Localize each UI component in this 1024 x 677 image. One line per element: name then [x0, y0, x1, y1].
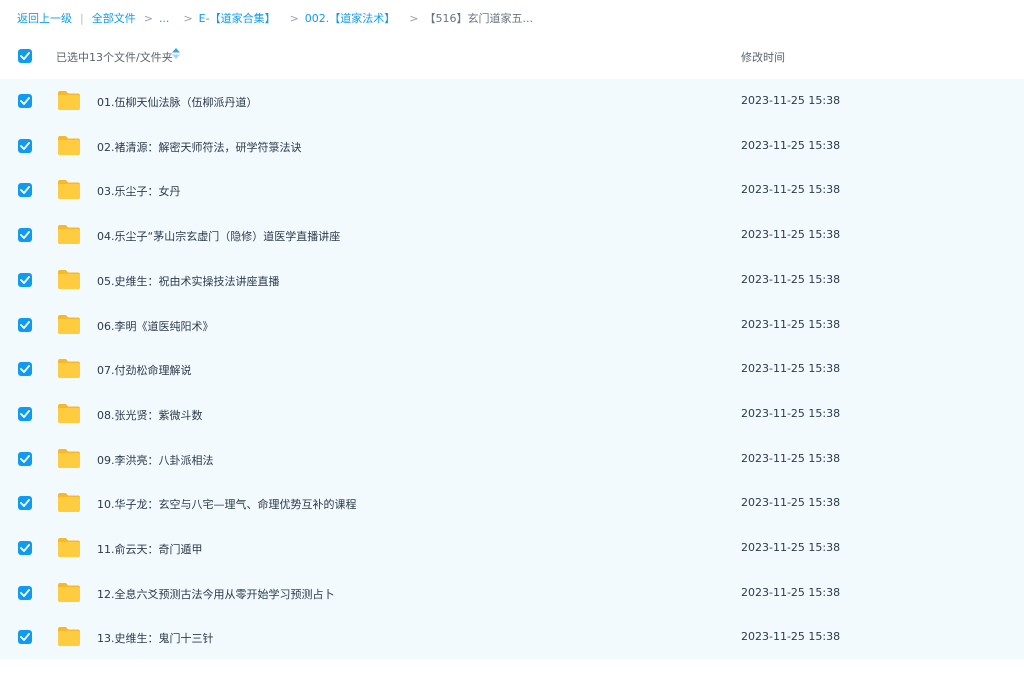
check-icon [20, 52, 30, 60]
row-checkbox[interactable] [18, 94, 32, 108]
modified-time: 2023-11-25 15:38 [741, 362, 841, 375]
folder-icon [58, 359, 80, 378]
row-checkbox[interactable] [18, 273, 32, 287]
folder-icon [58, 315, 80, 334]
folder-icon [58, 91, 80, 110]
file-list: 01.伍柳天仙法脉（伍柳派丹道） 2023-11-25 15:38 02.褚清源：解… [0, 79, 1024, 659]
breadcrumb-current: 【516】玄门道家五... [424, 12, 534, 25]
table-row[interactable]: 02.褚清源：解密天师符法，研学符箓法诀 2023-11-25 15:38 [0, 124, 1024, 168]
row-checkbox[interactable] [18, 541, 32, 555]
row-checkbox[interactable] [18, 228, 32, 242]
check-icon [20, 633, 30, 641]
check-icon [20, 142, 30, 150]
file-name[interactable]: 10.华子龙：玄空与八宅—理气、命理优势互补的课程 [97, 496, 357, 512]
folder-icon [58, 583, 80, 602]
folder-icon [58, 270, 80, 289]
breadcrumb-level2-link[interactable]: 002.【道家法术】 [305, 10, 396, 26]
table-row[interactable]: 09.李洪亮：八卦派相法 2023-11-25 15:38 [0, 437, 1024, 481]
check-icon [20, 186, 30, 194]
modified-time: 2023-11-25 15:38 [741, 452, 841, 465]
check-icon [20, 544, 30, 552]
folder-icon [58, 493, 80, 512]
breadcrumb: 返回上一级 | 全部文件 > ... > E-【道家合集】 > 002.【道家法… [17, 9, 533, 27]
file-name[interactable]: 04.乐尘子“茅山宗玄虚门（隐修）道医学直播讲座 [97, 228, 340, 244]
modified-time: 2023-11-25 15:38 [741, 228, 841, 241]
check-icon [20, 231, 30, 239]
file-name[interactable]: 01.伍柳天仙法脉（伍柳派丹道） [97, 94, 258, 110]
row-checkbox[interactable] [18, 630, 32, 644]
all-files-link[interactable]: 全部文件 [92, 10, 136, 26]
back-link[interactable]: 返回上一级 [17, 10, 72, 26]
table-row[interactable]: 06.李明《道医纯阳术》 2023-11-25 15:38 [0, 303, 1024, 347]
check-icon [20, 589, 30, 597]
table-row[interactable]: 05.史维生：祝由术实操技法讲座直播 2023-11-25 15:38 [0, 258, 1024, 302]
folder-icon [58, 180, 80, 199]
file-name[interactable]: 11.俞云天：奇门遁甲 [97, 541, 203, 557]
check-icon [20, 499, 30, 507]
file-name[interactable]: 05.史维生：祝由术实操技法讲座直播 [97, 273, 280, 289]
breadcrumb-ellipsis[interactable]: ... [159, 12, 170, 25]
selected-count-label: 已选中13个文件/文件夹 [56, 51, 173, 64]
folder-icon [58, 538, 80, 557]
table-row[interactable]: 01.伍柳天仙法脉（伍柳派丹道） 2023-11-25 15:38 [0, 79, 1024, 123]
breadcrumb-arrow-icon: > [289, 11, 299, 25]
modified-time: 2023-11-25 15:38 [741, 273, 841, 286]
table-row[interactable]: 11.俞云天：奇门遁甲 2023-11-25 15:38 [0, 526, 1024, 570]
sort-arrows-icon[interactable] [172, 48, 180, 60]
folder-icon [58, 627, 80, 646]
table-row[interactable]: 13.史维生：鬼门十三针 2023-11-25 15:38 [0, 615, 1024, 659]
modified-time: 2023-11-25 15:38 [741, 586, 841, 599]
file-name[interactable]: 07.付劲松命理解说 [97, 362, 192, 378]
file-list-header: 已选中13个文件/文件夹 修改时间 [0, 40, 1024, 73]
modified-time: 2023-11-25 15:38 [741, 183, 841, 196]
breadcrumb-arrow-icon: > [183, 11, 193, 25]
check-icon [20, 365, 30, 373]
modified-time: 2023-11-25 15:38 [741, 630, 841, 643]
breadcrumb-level1-link[interactable]: E-【道家合集】 [199, 10, 276, 26]
check-icon [20, 276, 30, 284]
modified-time-column-header[interactable]: 修改时间 [741, 49, 785, 65]
folder-icon [58, 449, 80, 468]
modified-time: 2023-11-25 15:38 [741, 94, 841, 107]
row-checkbox[interactable] [18, 586, 32, 600]
file-name[interactable]: 06.李明《道医纯阳术》 [97, 318, 214, 334]
file-name[interactable]: 12.全息六爻预测古法今用从零开始学习预测占卜 [97, 586, 335, 602]
file-name[interactable]: 08.张光贤：紫微斗数 [97, 407, 203, 423]
modified-time: 2023-11-25 15:38 [741, 318, 841, 331]
modified-time: 2023-11-25 15:38 [741, 407, 841, 420]
table-row[interactable]: 08.张光贤：紫微斗数 2023-11-25 15:38 [0, 392, 1024, 436]
row-checkbox[interactable] [18, 407, 32, 421]
file-name[interactable]: 02.褚清源：解密天师符法，研学符箓法诀 [97, 139, 302, 155]
select-all-checkbox[interactable] [18, 49, 32, 63]
file-name[interactable]: 03.乐尘子：女丹 [97, 183, 181, 199]
table-row[interactable]: 07.付劲松命理解说 2023-11-25 15:38 [0, 347, 1024, 391]
table-row[interactable]: 12.全息六爻预测古法今用从零开始学习预测占卜 2023-11-25 15:38 [0, 571, 1024, 615]
table-row[interactable]: 04.乐尘子“茅山宗玄虚门（隐修）道医学直播讲座 2023-11-25 15:38 [0, 213, 1024, 257]
modified-time: 2023-11-25 15:38 [741, 496, 841, 509]
breadcrumb-separator: | [80, 11, 84, 25]
row-checkbox[interactable] [18, 496, 32, 510]
breadcrumb-arrow-icon: > [409, 11, 419, 25]
row-checkbox[interactable] [18, 139, 32, 153]
folder-icon [58, 404, 80, 423]
folder-icon [58, 225, 80, 244]
modified-time: 2023-11-25 15:38 [741, 139, 841, 152]
row-checkbox[interactable] [18, 452, 32, 466]
file-name[interactable]: 13.史维生：鬼门十三针 [97, 630, 214, 646]
check-icon [20, 410, 30, 418]
check-icon [20, 97, 30, 105]
folder-icon [58, 136, 80, 155]
table-row[interactable]: 10.华子龙：玄空与八宅—理气、命理优势互补的课程 2023-11-25 15:3… [0, 481, 1024, 525]
row-checkbox[interactable] [18, 362, 32, 376]
table-row[interactable]: 03.乐尘子：女丹 2023-11-25 15:38 [0, 168, 1024, 212]
row-checkbox[interactable] [18, 183, 32, 197]
check-icon [20, 321, 30, 329]
breadcrumb-arrow-icon: > [143, 11, 153, 25]
row-checkbox[interactable] [18, 318, 32, 332]
modified-time: 2023-11-25 15:38 [741, 541, 841, 554]
file-name[interactable]: 09.李洪亮：八卦派相法 [97, 452, 214, 468]
check-icon [20, 455, 30, 463]
